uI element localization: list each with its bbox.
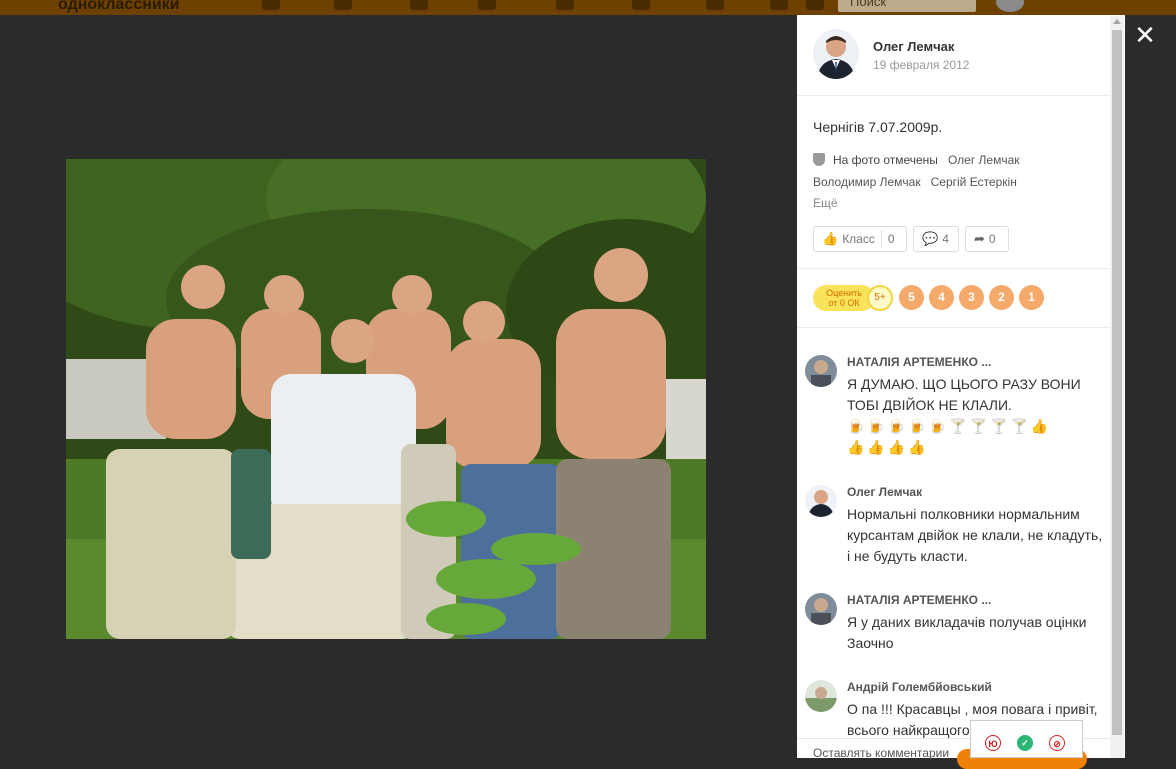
commenter-avatar[interactable]: [805, 355, 837, 387]
comment-text: Я ДУМАЮ. ЩО ЦЬОГО РАЗУ ВОНИ ТОБІ ДВІЙОК …: [847, 374, 1105, 458]
divider: [797, 327, 1110, 328]
rate-5-button[interactable]: 5: [899, 285, 924, 310]
commenter-avatar[interactable]: [805, 680, 837, 712]
tagged-person[interactable]: Сергій Естеркін: [931, 175, 1017, 189]
rate-4-button[interactable]: 4: [929, 285, 954, 310]
comment-text: Я у даних викладачів получав оцінки Заоч…: [847, 614, 1087, 651]
share-icon: ➦: [974, 231, 985, 246]
tagged-person[interactable]: Олег Лемчак: [948, 153, 1020, 167]
friends-icon[interactable]: [478, 0, 496, 10]
rate-label-line2: от 0 ОК: [828, 298, 860, 308]
rate-5plus-button[interactable]: 5+: [867, 285, 893, 311]
panel-scrollbar[interactable]: [1110, 16, 1124, 758]
discussions-icon[interactable]: [334, 0, 352, 10]
comment-author[interactable]: НАТАЛІЯ АРТЕМЕНКО ...: [847, 593, 991, 607]
photo-caption: Чернігів 7.07.2009р.: [813, 119, 943, 135]
photo-graphic: [66, 159, 706, 639]
scroll-up-arrow[interactable]: [1113, 19, 1121, 24]
like-count: 0: [880, 230, 901, 248]
comments-button[interactable]: 💬 4: [913, 226, 959, 252]
comment-emojis: 👍👍👍👍: [847, 439, 929, 455]
comment-author[interactable]: НАТАЛІЯ АРТЕМЕНКО ...: [847, 355, 991, 369]
comment-body: Я ДУМАЮ. ЩО ЦЬОГО РАЗУ ВОНИ ТОБІ ДВІЙОК …: [847, 376, 1081, 413]
user-avatar[interactable]: [996, 0, 1024, 12]
comment-author[interactable]: Олег Лемчак: [847, 485, 922, 499]
comment-author[interactable]: Андрій Голембйовський: [847, 680, 992, 694]
tagged-people: На фото отмечены Олег Лемчак Володимир Ле…: [813, 149, 1103, 193]
notifications-icon[interactable]: [410, 0, 428, 10]
thumbs-up-icon: 👍: [822, 231, 839, 246]
photo-image[interactable]: [66, 159, 706, 639]
author-avatar[interactable]: [813, 29, 859, 79]
messages-icon[interactable]: [262, 0, 280, 10]
photo-side-panel: Олег Лемчак 19 февраля 2012 Чернігів 7.0…: [797, 15, 1125, 758]
play-icon[interactable]: [806, 0, 824, 10]
rate-1-button[interactable]: 1: [1019, 285, 1044, 310]
extension-yu-icon[interactable]: Ю: [985, 735, 1001, 751]
author-block: Олег Лемчак 19 февраля 2012: [813, 29, 1113, 99]
tagged-person[interactable]: Володимир Лемчак: [813, 175, 921, 189]
rate-3-button[interactable]: 3: [959, 285, 984, 310]
tagged-label: На фото отмечены: [833, 153, 938, 167]
extension-shield-icon[interactable]: ✓: [1017, 735, 1033, 751]
scroll-thumb[interactable]: [1112, 30, 1122, 735]
rate-label-line1: Оценить: [826, 288, 862, 298]
like-button[interactable]: 👍 Класс 0: [813, 226, 907, 252]
close-button[interactable]: ✕: [1134, 22, 1156, 48]
ok-logo[interactable]: одноклассники: [58, 0, 180, 14]
video-icon[interactable]: [706, 0, 724, 10]
share-button[interactable]: ➦ 0: [965, 226, 1009, 252]
comments-count: 4: [942, 232, 949, 246]
music-icon[interactable]: [770, 0, 788, 10]
like-label: Класс: [842, 232, 875, 246]
post-date: 19 февраля 2012: [873, 58, 970, 72]
commenter-avatar[interactable]: [805, 593, 837, 625]
comment-text: Нормальні полковники нормальним курсанта…: [847, 506, 1103, 564]
guests-icon[interactable]: [556, 0, 574, 10]
extension-block-icon[interactable]: ⊘: [1049, 735, 1065, 751]
top-navbar: одноклассники Поиск: [0, 0, 1176, 15]
rate-2-button[interactable]: 2: [989, 285, 1014, 310]
author-name[interactable]: Олег Лемчак: [873, 39, 954, 54]
commenter-avatar[interactable]: [805, 485, 837, 517]
divider: [797, 268, 1110, 269]
share-count: 0: [988, 232, 996, 246]
search-input[interactable]: Поиск: [838, 0, 976, 12]
events-icon[interactable]: [632, 0, 650, 10]
rate-label: Оценить от 0 ОК: [813, 285, 875, 311]
divider: [797, 95, 1110, 96]
comment-emojis: 🍺🍺🍺🍺🍺🍸🍸🍸🍸👍: [847, 418, 1052, 434]
comment-icon: 💬: [922, 231, 939, 246]
extension-popup: Ю ✓ ⊘: [970, 720, 1083, 758]
more-tagged-link[interactable]: Ещё: [813, 196, 838, 210]
tag-icon: [813, 153, 825, 166]
